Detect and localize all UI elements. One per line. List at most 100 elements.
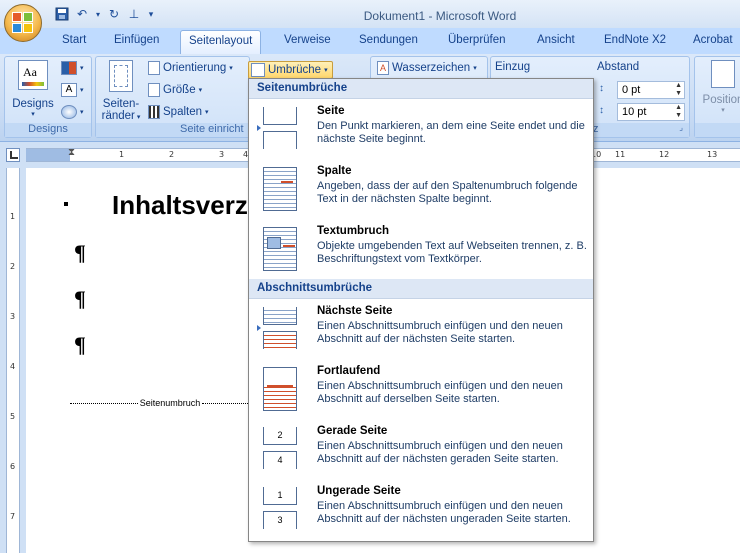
menu-item-description: Einen Abschnittsumbruch einfügen und den… <box>317 380 563 405</box>
orientation-icon <box>148 61 160 75</box>
ruler-number: 2 <box>169 150 175 159</box>
vruler-number: 7 <box>10 512 16 521</box>
vruler-number: 1 <box>10 212 16 221</box>
menu-item-description: Angeben, dass der auf den Spaltenumbruch… <box>317 180 578 205</box>
tab-seitenlayout[interactable]: Seitenlayout <box>180 30 262 54</box>
tab-sendungen[interactable]: Sendungen <box>359 34 418 46</box>
menu-item-description: Den Punkt markieren, an dem eine Seite e… <box>317 120 585 145</box>
paragraph-mark: ¶ <box>74 332 86 357</box>
tab-start[interactable]: Start <box>62 34 86 46</box>
arrange-group-label <box>695 123 740 137</box>
next-page-break-icon <box>261 307 299 351</box>
fonts-button[interactable]: A ▾ <box>61 83 84 97</box>
spacing-label: Abstand <box>597 61 640 73</box>
vruler-number: 3 <box>10 312 16 321</box>
ruler-number: 11 <box>615 150 626 159</box>
fonts-icon: A <box>61 83 77 97</box>
menu-item-description: Einen Abschnittsumbruch einfügen und den… <box>317 320 563 345</box>
page-setup-group-label: Seite einricht <box>96 123 249 137</box>
vertical-ruler[interactable]: 1 2 3 4 5 6 7 <box>6 168 20 553</box>
spin-arrows-icon[interactable]: ▲ ▼ <box>675 82 682 98</box>
designs-group: Aa Designs ▾ ▾ A ▾ ▾ Designs <box>4 56 92 138</box>
menu-item-fortlaufend[interactable]: Fortlaufend Einen Abschnittsumbruch einf… <box>249 359 593 419</box>
breaks-dropdown-menu: Seitenumbrüche Seite Den Punkt markieren… <box>248 78 594 542</box>
dialog-launcher-icon[interactable]: ⌟ <box>679 123 683 132</box>
page-break-icon <box>261 107 299 151</box>
spacing-after-input[interactable]: 10 pt ▲ ▼ <box>617 103 685 121</box>
ruler-number: 1 <box>119 150 125 159</box>
columns-button[interactable]: Spalten ▾ <box>148 105 209 119</box>
tab-acrobat[interactable]: Acrobat <box>693 34 733 46</box>
spacing-before-icon: ↕ <box>599 83 604 94</box>
paragraph-mark: ¶ <box>74 286 86 311</box>
watermark-button[interactable]: A Wasserzeichen ▾ <box>377 61 477 75</box>
title-bar: ↶ ▾ ↻ ⊥ ▾ Dokument1 - Microsoft Word <box>0 0 740 28</box>
position-label: Position <box>702 94 740 106</box>
indent-label: Einzug <box>495 61 531 73</box>
ribbon-tabs: Start Einfügen Seitenlayout Verweise Sen… <box>0 28 740 54</box>
vruler-number: 5 <box>10 412 16 421</box>
watermark-icon: A <box>377 61 389 75</box>
spin-arrows-icon[interactable]: ▲ ▼ <box>675 104 682 120</box>
bullet-marker <box>64 202 68 206</box>
position-button[interactable]: Position ▾ <box>701 60 740 114</box>
orientation-label: Orientierung <box>163 62 227 74</box>
menu-item-spalte[interactable]: Spalte Angeben, dass der auf den Spalten… <box>249 159 593 219</box>
indent-marker-icon[interactable]: ⧗ <box>68 147 75 158</box>
designs-group-label: Designs <box>5 123 91 137</box>
ruler-number: 13 <box>707 150 718 159</box>
menu-item-ungerade-seite[interactable]: 1 3 Ungerade Seite Einen Abschnittsumbru… <box>249 479 593 539</box>
designs-button[interactable]: Aa Designs ▾ <box>9 60 57 118</box>
margins-label-1: Seiten- <box>102 98 140 110</box>
effects-button[interactable]: ▾ <box>61 105 84 119</box>
menu-item-naechste-seite[interactable]: Nächste Seite Einen Abschnittsumbruch ei… <box>249 299 593 359</box>
colors-button[interactable]: ▾ <box>61 61 84 75</box>
office-logo-icon <box>12 12 34 34</box>
tab-endnote[interactable]: EndNote X2 <box>604 34 666 46</box>
size-button[interactable]: Größe ▾ <box>148 83 202 97</box>
tab-ansicht[interactable]: Ansicht <box>537 34 575 46</box>
watermark-label: Wasserzeichen <box>392 62 471 74</box>
menu-item-description: Einen Abschnittsumbruch einfügen und den… <box>317 440 563 465</box>
breaks-button[interactable]: Umbrüche ▾ <box>248 61 333 79</box>
vruler-number: 6 <box>10 462 16 471</box>
margins-icon <box>109 60 133 92</box>
designs-icon: Aa <box>18 60 48 90</box>
margins-label-2: ränder <box>101 110 135 122</box>
effects-icon <box>61 105 77 119</box>
menu-item-title: Gerade Seite <box>317 425 388 437</box>
spacing-before-value: 0 pt <box>622 84 641 96</box>
tab-ueberpruefen[interactable]: Überprüfen <box>448 34 506 46</box>
tab-selector-icon[interactable] <box>6 148 20 162</box>
ruler-left-margin <box>26 149 70 161</box>
breaks-label: Umbrüche <box>268 64 322 76</box>
odd-page-break-icon: 1 3 <box>261 487 299 531</box>
colors-icon <box>61 61 77 75</box>
columns-icon <box>148 105 160 119</box>
ruler-number: 12 <box>659 150 670 159</box>
spacing-after-value: 10 pt <box>622 106 647 118</box>
menu-item-seite[interactable]: Seite Den Punkt markieren, an dem eine S… <box>249 99 593 159</box>
size-label: Größe <box>163 84 196 96</box>
window-title: Dokument1 - Microsoft Word <box>363 9 517 23</box>
menu-item-title: Spalte <box>317 165 352 177</box>
menu-item-gerade-seite[interactable]: 2 4 Gerade Seite Einen Abschnittsumbruch… <box>249 419 593 479</box>
text-wrapping-break-icon <box>261 227 299 271</box>
orientation-button[interactable]: Orientierung ▾ <box>148 61 233 75</box>
spacing-after-icon: ↕ <box>599 105 604 116</box>
menu-item-textumbruch[interactable]: Textumbruch Objekte umgebenden Text auf … <box>249 219 593 279</box>
designs-label: Designs <box>12 98 54 110</box>
spacing-before-input[interactable]: 0 pt ▲ ▼ <box>617 81 685 99</box>
arrange-group: Position ▾ <box>694 56 740 138</box>
column-break-icon <box>261 167 299 211</box>
even-page-break-icon: 2 4 <box>261 427 299 471</box>
tab-einfuegen[interactable]: Einfügen <box>114 34 159 46</box>
office-button[interactable] <box>4 4 42 42</box>
margins-button[interactable]: Seiten- ränder ▾ <box>100 60 142 124</box>
tab-verweise[interactable]: Verweise <box>284 34 331 46</box>
document-heading[interactable]: Inhaltsverz <box>112 190 248 221</box>
breaks-icon <box>251 63 265 77</box>
paragraph-mark: ¶ <box>74 240 86 265</box>
vruler-number: 4 <box>10 362 16 371</box>
continuous-break-icon <box>261 367 299 411</box>
